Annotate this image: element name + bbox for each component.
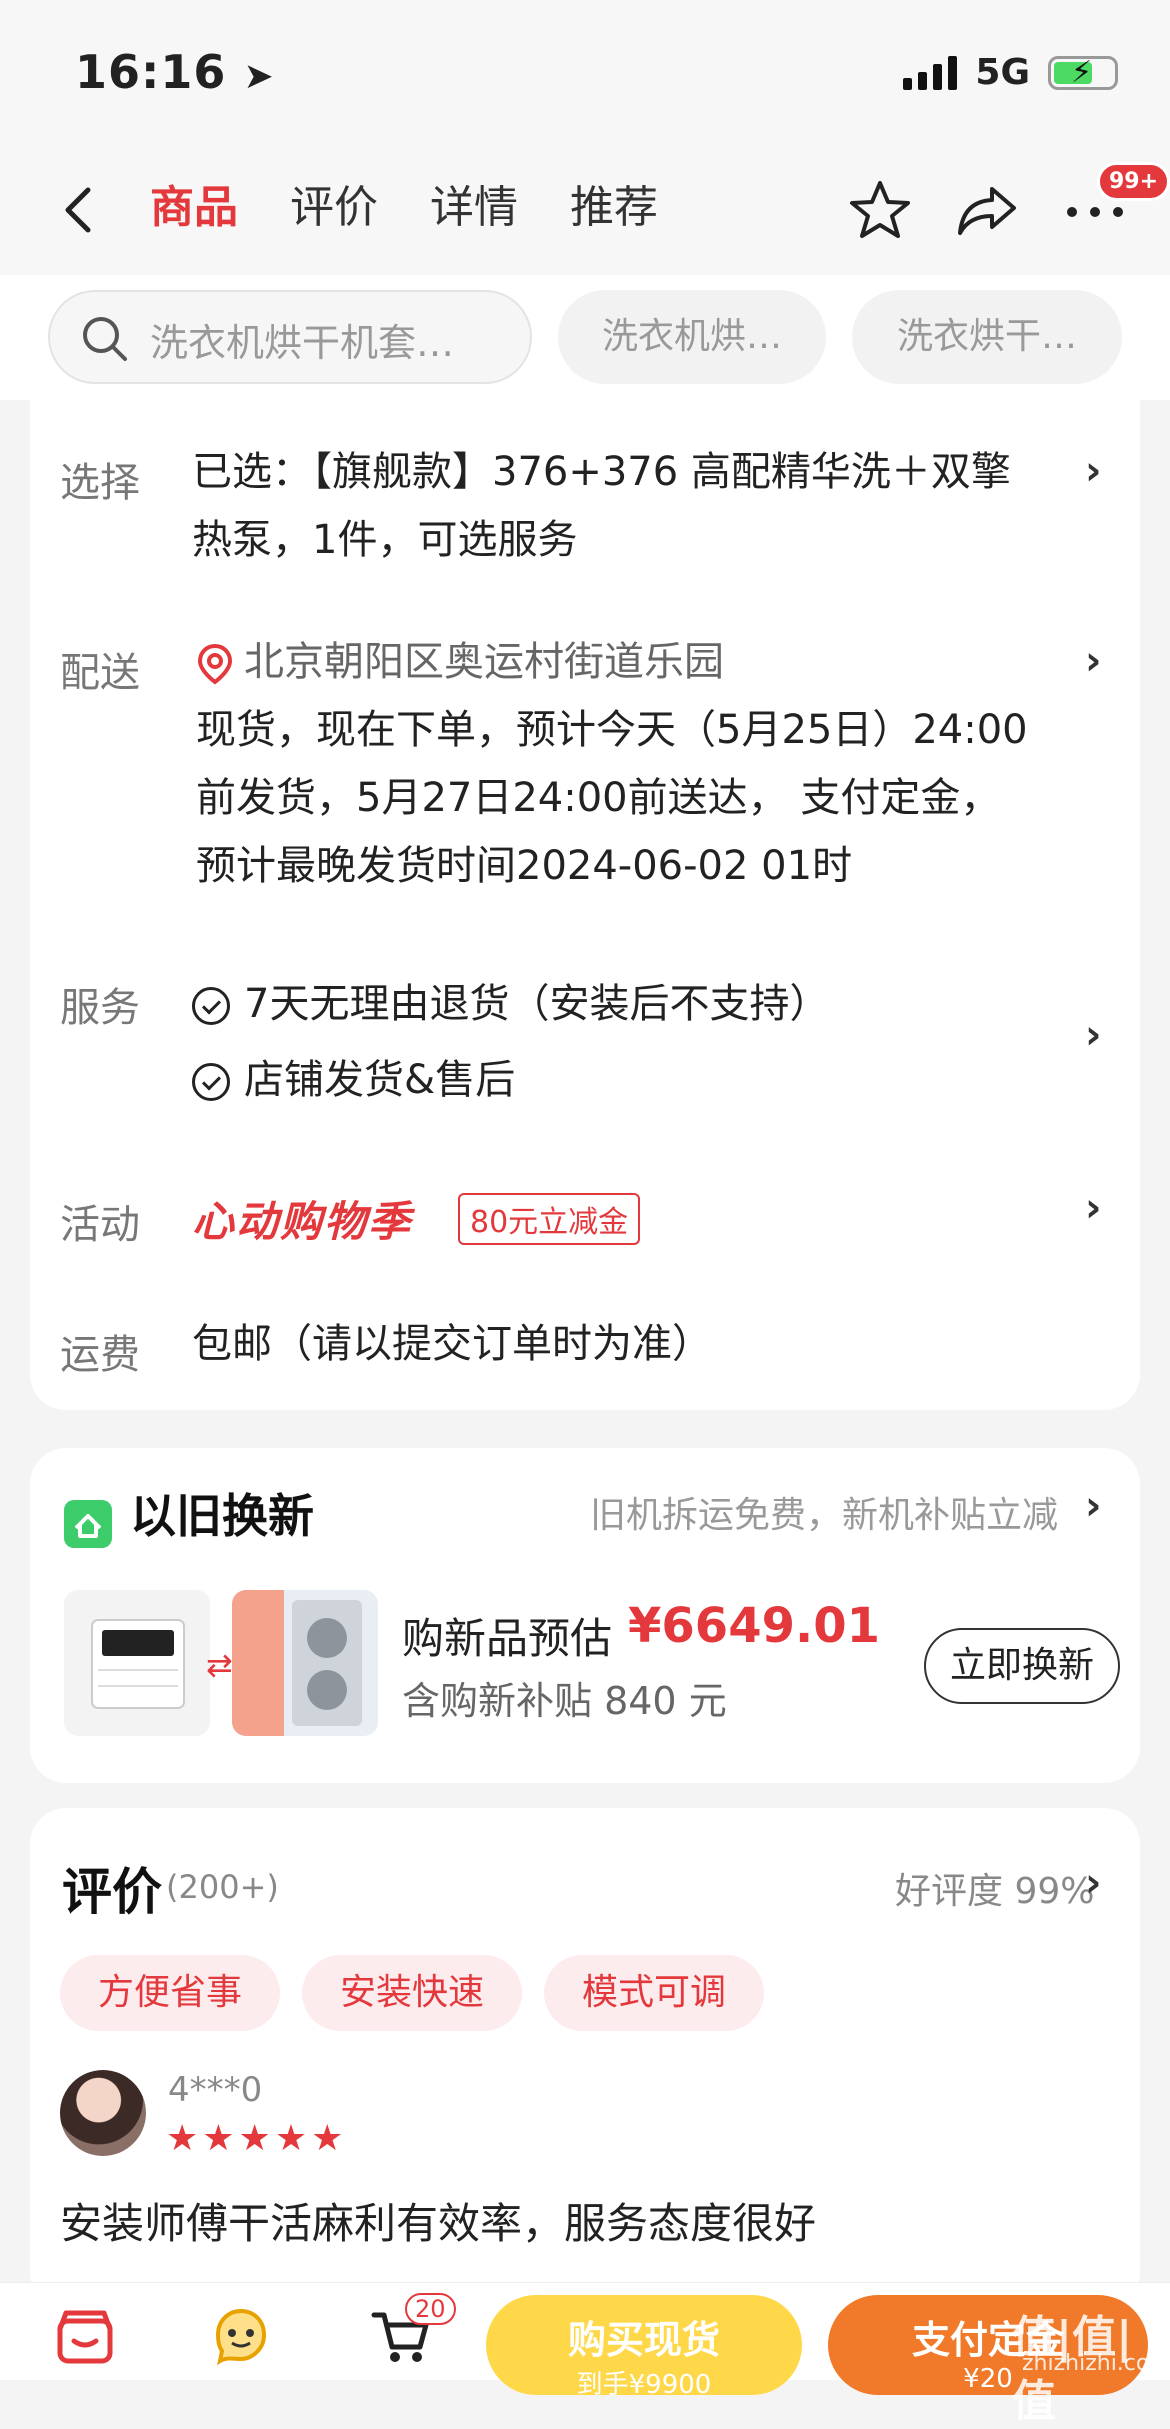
chevron-right-icon[interactable]: › [1085,1860,1101,1906]
status-time: 16:16 ➤ [75,45,275,99]
cart-badge: 20 [405,2293,456,2325]
chevron-right-icon[interactable]: › [1085,1185,1101,1231]
estimate-price: ¥6649.01 [628,1598,881,1654]
search-placeholder: 洗衣机烘干机套… [150,321,455,365]
chevron-right-icon[interactable]: › [1085,448,1101,494]
tab-details[interactable]: 详情 [430,178,518,238]
review-text: 安装师傅干活麻利有效率，服务态度很好 [60,2199,817,2248]
subsidy-text: 含购新补贴 840 元 [402,1679,727,1723]
rating-stars: ★★★★★ [166,2118,348,2159]
chevron-right-icon[interactable]: › [1085,1012,1101,1058]
review-tag[interactable]: 安装快速 [302,1955,522,2031]
store-icon[interactable] [52,2303,118,2369]
tab-reviews[interactable]: 评价 [290,178,378,238]
star-icon[interactable] [845,175,915,245]
reviews-count: (200+) [166,1868,279,1906]
promo-label: 活动 [60,1202,140,1248]
promo-tag[interactable]: 80元立减金 [458,1193,641,1245]
search-row: 洗衣机烘干机套… 洗衣机烘… 洗衣烘干… [0,275,1170,400]
nav-bar: 商品 评价 详情 推荐 99+ [0,150,1170,275]
share-icon[interactable] [952,175,1022,245]
avatar [60,2070,146,2156]
tab-product[interactable]: 商品 [150,178,238,238]
location-pin-icon [197,643,233,685]
tradein-button[interactable]: 立即换新 [924,1628,1120,1704]
new-product-image [232,1590,378,1736]
customer-service-icon[interactable] [208,2303,274,2369]
tradein-icon [64,1500,112,1548]
watermark-site: zhizhizhi.com [1022,2351,1170,2376]
status-bar: 16:16 ➤ 5G ⚡ [0,0,1170,150]
nav-tabs: 商品 评价 详情 推荐 [150,178,658,238]
status-indicators: 5G ⚡ [903,52,1118,93]
promo-logo: 心动购物季 [192,1197,413,1246]
review-tag[interactable]: 方便省事 [60,1955,280,2031]
chevron-left-icon[interactable] [50,180,110,240]
estimate-label: 购新品预估 [402,1614,613,1663]
shipping-value: 包邮（请以提交订单时为准） [192,1321,712,1367]
tradein-subtitle: 旧机拆运免费，新机补贴立减 [590,1495,1059,1536]
shipping-label: 运费 [60,1332,140,1378]
search-icon [83,317,127,361]
search-input[interactable]: 洗衣机烘干机套… [48,290,532,384]
service-list[interactable]: 7天无理由退货（安装后不支持） 店铺发货&售后 [192,966,829,1118]
notification-badge: 99+ [1097,162,1170,201]
selected-option[interactable]: 已选：【旗舰款】376+376 高配精华洗＋双擎 热泵，1件，可选服务 [192,438,1011,574]
network-type: 5G [975,52,1030,93]
positive-rate[interactable]: 好评度 99% [895,1862,1094,1914]
review-tag[interactable]: 模式可调 [544,1955,764,2031]
search-chip[interactable]: 洗衣机烘… [558,290,826,384]
buy-now-button[interactable]: 购买现货 到手¥9900 [486,2295,802,2400]
service-label: 服务 [60,985,140,1031]
signal-icon [903,55,958,90]
check-circle-icon [192,987,230,1025]
chevron-right-icon[interactable]: › [1085,1483,1101,1529]
select-label: 选择 [60,460,140,506]
reviewer-name: 4***0 [168,2070,263,2110]
reviews-title: 评价 [62,1863,162,1921]
search-chip[interactable]: 洗衣烘干… [852,290,1122,384]
chevron-right-icon[interactable]: › [1085,638,1101,684]
delivery-label: 配送 [60,650,140,696]
delivery-address: 北京朝阳区奥运村街道乐园 [244,639,724,685]
check-circle-icon [192,1063,230,1101]
battery-icon: ⚡ [1048,55,1118,90]
location-arrow-icon: ➤ [243,56,275,97]
tradein-title: 以旧换新 [130,1489,314,1543]
old-appliance-image [64,1590,210,1736]
delivery-info[interactable]: 北京朝阳区奥运村街道乐园 现货，现在下单，预计今天（5月25日）24:00 前发… [196,628,1028,900]
bottom-bar: 20 购买现货 到手¥9900 支付定金 ¥20 值|值|值 zhizhizhi… [0,2282,1170,2427]
swap-arrows-icon: ⇄ [206,1646,233,1684]
tab-recommend[interactable]: 推荐 [570,178,658,238]
